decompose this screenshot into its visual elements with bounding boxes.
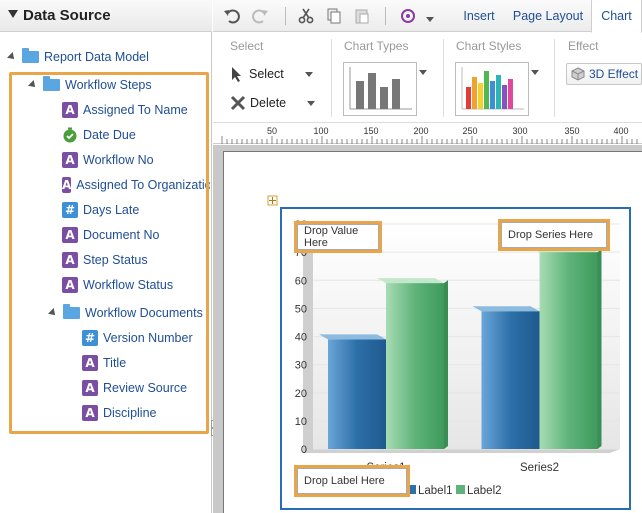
- drop-value-zone[interactable]: Drop Value Here: [297, 224, 379, 250]
- bar-top-face: [377, 278, 444, 284]
- x-tick-label: Series2: [520, 462, 559, 474]
- drop-value-label: Drop Value Here: [304, 225, 359, 249]
- drop-label-zone[interactable]: Drop Label Here: [297, 468, 407, 494]
- bar-label1-series2: [481, 311, 540, 449]
- y-tick-label: 20: [295, 388, 307, 400]
- chart-floor: [303, 449, 620, 453]
- legend-swatch: [407, 485, 416, 494]
- drop-label-label: Drop Label Here: [304, 475, 385, 487]
- bar-label2-series1: [386, 283, 444, 449]
- bar-side-face: [444, 280, 448, 449]
- y-tick-label: 50: [295, 303, 307, 315]
- y-tick-label: 60: [295, 275, 307, 287]
- legend-label: Label1: [418, 485, 453, 497]
- drop-series-zone[interactable]: Drop Series Here: [501, 222, 607, 248]
- y-tick-label: 10: [295, 416, 307, 428]
- bar-label2-series2: [539, 252, 598, 449]
- bar-label1-series1: [328, 339, 386, 449]
- legend-label: Label2: [467, 485, 502, 497]
- bar-top-face: [319, 334, 386, 340]
- legend-swatch: [456, 485, 465, 494]
- drop-series-label: Drop Series Here: [508, 229, 593, 241]
- y-tick-label: 40: [295, 332, 307, 344]
- chart-container[interactable]: 01020304050607080Series1Series2Label1Lab…: [0, 0, 642, 513]
- bar-top-face: [472, 306, 540, 312]
- bar-side-face: [597, 249, 602, 449]
- y-tick-label: 0: [301, 444, 307, 456]
- y-tick-label: 30: [295, 360, 307, 372]
